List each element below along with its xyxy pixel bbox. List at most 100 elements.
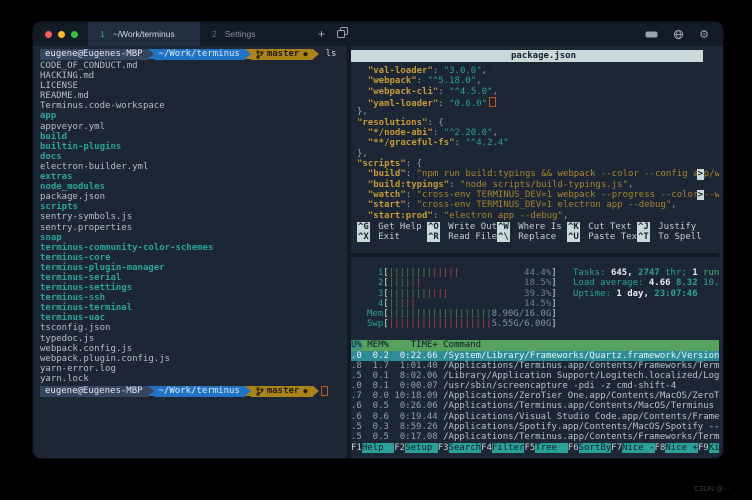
text-segment: 1 day,: [616, 289, 654, 299]
nano-shortcut[interactable]: ^G Get Help: [357, 222, 427, 232]
process-row[interactable]: .6 0.6 0:19.44 /Applications/Visual Stud…: [351, 412, 719, 422]
nano-pane[interactable]: GNU nano 4.5 package.json "val-loader": …: [351, 46, 719, 253]
shell-pane[interactable]: eugene@Eugenes-MBP~/Work/terminusmaster●…: [33, 46, 347, 458]
fkey-button[interactable]: F8Nice +: [655, 443, 698, 453]
process-stats: .7 0.0 10:18.09: [351, 391, 443, 401]
text-segment: [448, 289, 524, 299]
file-entry: webpack.plugin.config.js: [40, 354, 347, 364]
text-segment: "build": [368, 169, 406, 179]
text-segment: "scripts": [357, 159, 406, 169]
nano-header: GNU nano 4.5 package.json: [351, 50, 703, 62]
text-segment: "npm run build:typings && webpack --colo…: [417, 169, 719, 179]
new-tab-button[interactable]: +: [312, 22, 331, 46]
fkey-button[interactable]: F3Search: [438, 443, 481, 453]
close-window-button[interactable]: [45, 31, 52, 38]
directory-entry: terminus-uac: [40, 313, 347, 323]
text-segment: 3: [367, 289, 383, 299]
nano-line: "build": "npm run build:typings && webpa…: [357, 169, 719, 179]
fkey-button[interactable]: F9Kill: [698, 443, 719, 453]
text-segment: : {: [427, 118, 443, 128]
file-entry: sentry-symbols.js: [40, 212, 347, 222]
nano-line: "val-loader": "3.0.0",: [357, 66, 719, 76]
dock-button[interactable]: [645, 30, 658, 39]
nano-shortcut[interactable]: ^K Cut Text: [567, 222, 637, 232]
fkey-button[interactable]: F7Nice -: [611, 443, 654, 453]
text-segment: [357, 87, 368, 97]
shell-cursor[interactable]: [321, 386, 328, 396]
sort-column-header[interactable]: U%: [351, 340, 362, 350]
meter-row: 2[|||||| 18.5%]: [367, 278, 557, 288]
text-segment: ||||||||: [389, 268, 432, 278]
nano-shortcut[interactable]: ^\ Replace: [497, 232, 567, 242]
typed-command: ls: [326, 49, 337, 60]
text-segment: "**/graceful-fs": [368, 138, 455, 148]
cpu-memory-meters: 1[||||||||||||| 44.4%] 2[|||||| 18.5%] 3…: [367, 268, 557, 330]
process-row[interactable]: .6 0.5 0:26.06 /Applications/Terminus.ap…: [351, 401, 719, 411]
nano-cursor[interactable]: [489, 97, 496, 107]
text-segment: 4: [367, 299, 383, 309]
process-row[interactable]: .0 0.1 0:00.07 /usr/sbin/screencapture -…: [351, 381, 719, 391]
nano-shortcut[interactable]: ^X Exit: [357, 232, 427, 242]
nano-shortcut[interactable]: ^O Write Out: [427, 222, 497, 232]
fkey-button[interactable]: F4Filter: [481, 443, 524, 453]
process-row[interactable]: .0 0.2 0:22.66 /System/Library/Framework…: [351, 351, 719, 361]
nano-shortcut[interactable]: ^R Read File: [427, 232, 497, 242]
process-table-header[interactable]: U% MEM% TIME+ Command: [351, 340, 719, 351]
shortcut-key: ^K: [567, 222, 580, 232]
file-entry: yarn.lock: [40, 374, 347, 384]
directory-entry: snap: [40, 233, 347, 243]
process-row[interactable]: .7 0.0 10:18.09 /Applications/ZeroTier O…: [351, 391, 719, 401]
process-row[interactable]: .5 0.3 8:59.26 /Applications/Spotify.app…: [351, 422, 719, 432]
nano-shortcut[interactable]: ^W Where Is: [497, 222, 567, 232]
fkey-label: Filter: [492, 443, 525, 453]
tab-terminal[interactable]: 1 ~/Work/terminus: [88, 22, 200, 46]
zoom-window-button[interactable]: [71, 31, 78, 38]
prompt-git-segment: master●: [251, 49, 313, 60]
text-segment: ,: [671, 200, 676, 210]
htop-pane[interactable]: 1[||||||||||||| 44.4%] 2[|||||| 18.5%] 3…: [351, 257, 719, 458]
duplicate-tab-button[interactable]: [331, 22, 354, 46]
text-segment: ,: [493, 128, 498, 138]
process-command: /Applications/Visual Studio Code.app/Con…: [443, 412, 719, 422]
nano-shortcut[interactable]: ^J Justify: [637, 222, 707, 232]
text-segment: [357, 211, 368, 221]
text-segment: :: [417, 76, 428, 86]
text-segment: },: [357, 149, 368, 159]
process-row[interactable]: .5 0.5 0:17.08 /Applications/Terminus.ap…: [351, 432, 719, 442]
nano-shortcut[interactable]: ^T To Spell: [637, 232, 707, 242]
directory-entry: node_modules: [40, 182, 347, 192]
globe-icon: [673, 29, 684, 40]
tab-settings[interactable]: 2 Settings: [200, 22, 312, 46]
process-command: /Applications/Spotify.app/Contents/MacOS…: [443, 422, 719, 432]
text-segment: Mem: [367, 309, 383, 319]
text-segment: 18.5%: [524, 278, 551, 288]
process-row[interactable]: .8 1.7 1:01.40 /Applications/Terminus.ap…: [351, 361, 719, 371]
text-segment: 8.32: [676, 278, 703, 288]
nano-shortcut[interactable]: ^U Paste Text: [567, 232, 637, 242]
settings-button[interactable]: ⚙: [699, 29, 709, 40]
nano-line: },: [357, 107, 719, 117]
fkey-button[interactable]: F2Setup: [394, 443, 437, 453]
text-segment: |||: [389, 299, 405, 309]
right-column: GNU nano 4.5 package.json "val-loader": …: [351, 46, 719, 458]
minimize-window-button[interactable]: [58, 31, 65, 38]
fkey-button[interactable]: F6SortBy: [568, 443, 611, 453]
text-segment: running: [698, 268, 719, 278]
tab-number: 2: [212, 29, 217, 39]
fkey-label: Setup: [405, 443, 438, 453]
globe-button[interactable]: [673, 29, 684, 40]
process-row[interactable]: .5 0.1 8:02.06 /Library/Application Supp…: [351, 371, 719, 381]
text-segment: 39.3%: [524, 289, 551, 299]
nano-line: "scripts": {: [357, 159, 719, 169]
fkey-button[interactable]: F5Tree: [524, 443, 567, 453]
text-segment: [459, 268, 524, 278]
file-entry: package.json: [40, 192, 347, 202]
meter-row: 1[||||||||||||| 44.4%]: [367, 268, 557, 278]
fkey-button[interactable]: F1Help: [351, 443, 394, 453]
shortcut-label: Read File: [443, 232, 497, 242]
text-segment: "cross-env TERMINUS_DEV=1 webpack --prog…: [417, 190, 719, 200]
shortcut-label: Exit: [373, 232, 400, 242]
text-segment: [357, 190, 368, 200]
text-segment: 2747: [638, 268, 660, 278]
process-command: /Library/Application Support/Logitech.lo…: [443, 371, 719, 381]
